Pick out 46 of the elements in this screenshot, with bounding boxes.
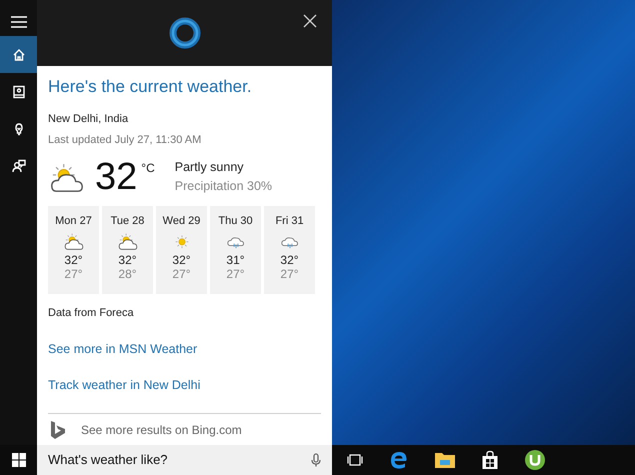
low-temp: 28° (118, 267, 137, 282)
updated-text: Last updated July 27, 11:30 AM (48, 132, 202, 148)
bing-logo-icon (48, 420, 68, 440)
low-temp: 27° (280, 267, 299, 282)
close-icon[interactable] (303, 14, 317, 28)
search-query: What's weather like? (48, 451, 169, 470)
precipitation-text: Precipitation 30% (174, 178, 272, 195)
day-label: Thu 30 (218, 214, 253, 229)
sidebar-tab[interactable] (0, 36, 37, 73)
unit-text: °C (141, 160, 155, 177)
weather-link[interactable]: See more in MSN Weather (48, 340, 321, 358)
microphone-icon[interactable] (311, 453, 321, 467)
task-view-icon[interactable] (346, 453, 364, 467)
condition-text: Partly sunny (174, 159, 245, 176)
high-temp: 32° (118, 253, 137, 268)
day-label: Tue 28 (110, 214, 144, 229)
folder-icon[interactable] (434, 451, 456, 469)
low-temp: 27° (64, 267, 83, 282)
notebook-icon (12, 84, 26, 98)
shopping-bag-icon[interactable] (481, 450, 499, 470)
high-temp: 31° (226, 253, 245, 268)
search-field[interactable]: What's weather like? (37, 445, 332, 475)
location-text: New Delhi, India (48, 112, 130, 127)
menu-icon[interactable] (10, 16, 26, 28)
home-icon (12, 48, 26, 62)
partly-sunny-icon (116, 232, 138, 250)
low-temp: 27° (172, 267, 191, 282)
partly-sunny-icon (48, 163, 86, 194)
ring-logo-icon (168, 16, 202, 50)
high-temp: 32° (280, 253, 299, 268)
day-label: Mon 27 (55, 214, 92, 229)
weather-heading: Here's the current weather. (48, 76, 253, 98)
high-temp: 32° (64, 253, 83, 268)
feedback-icon (12, 158, 26, 172)
temperature: 32 (95, 158, 138, 196)
high-temp: 32° (172, 253, 191, 268)
low-temp: 27° (226, 267, 245, 282)
u-logo-icon[interactable] (524, 449, 546, 471)
day-label: Wed 29 (162, 214, 200, 229)
bing-link[interactable]: See more results on Bing.com (81, 421, 242, 439)
partly-sunny-icon (62, 232, 84, 250)
browser-e-icon[interactable] (389, 450, 409, 470)
windows-logo-icon[interactable] (12, 453, 26, 467)
source-text: Data from Foreca (48, 306, 135, 321)
day-label: Fri 31 (275, 214, 304, 229)
weather-link[interactable]: Track weather in New Delhi (48, 376, 321, 395)
